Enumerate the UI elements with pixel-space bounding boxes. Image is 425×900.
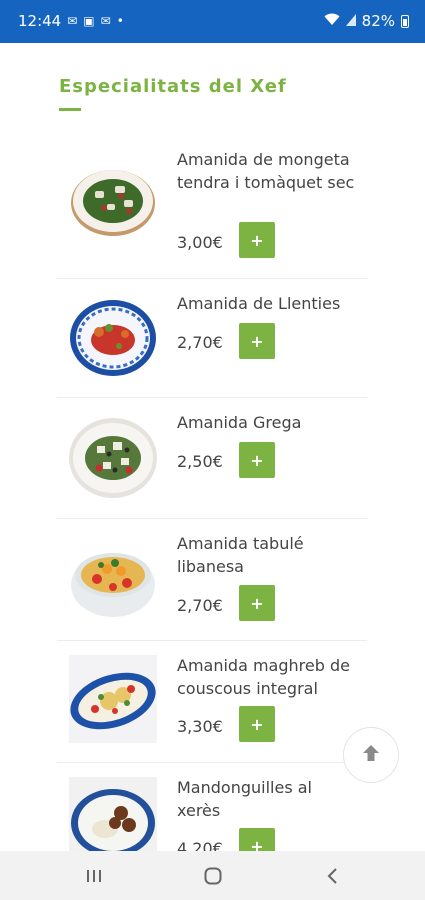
- product-item: Amanida de Llenties 2,70€ +: [57, 279, 367, 398]
- product-image: [69, 294, 157, 382]
- product-item: Amanida de mongeta tendra i tomàquet sec…: [57, 130, 367, 279]
- product-name: Amanida de mongeta tendra i tomàquet sec: [177, 150, 355, 192]
- recent-apps-icon[interactable]: [82, 865, 106, 887]
- battery-icon: [401, 14, 409, 28]
- product-item: Mandonguilles al xerès 4,20€ +: [57, 763, 367, 865]
- dot-icon: •: [116, 14, 124, 28]
- status-bar-right: 82%: [324, 12, 409, 30]
- product-price: 3,00€: [177, 233, 223, 252]
- scroll-to-top-button[interactable]: [343, 727, 399, 783]
- add-to-cart-button[interactable]: +: [239, 585, 275, 621]
- title-underline: [59, 108, 81, 111]
- back-icon[interactable]: [321, 865, 345, 887]
- product-price: 2,70€: [177, 596, 223, 615]
- product-name: Amanida de Llenties: [177, 294, 341, 313]
- product-image: [69, 535, 157, 623]
- system-navigation-bar: [0, 851, 425, 900]
- product-price: 3,30€: [177, 717, 223, 736]
- product-image: [69, 414, 157, 502]
- status-bar-left: 12:44 ✉ ▣ ✉ •: [18, 12, 124, 30]
- product-price: 2,70€: [177, 333, 223, 352]
- signal-icon: [345, 12, 356, 30]
- product-item: Amanida Grega 2,50€ +: [57, 398, 367, 519]
- add-to-cart-button[interactable]: +: [239, 442, 275, 478]
- image-icon: ▣: [83, 14, 95, 28]
- gmail-icon: ✉: [67, 14, 78, 28]
- arrow-up-icon: [360, 742, 382, 769]
- battery-percent: 82%: [361, 12, 395, 30]
- status-bar: 12:44 ✉ ▣ ✉ • 82%: [0, 0, 425, 43]
- product-image: [69, 655, 157, 743]
- wifi-icon: [324, 12, 340, 30]
- add-to-cart-button[interactable]: +: [239, 222, 275, 258]
- status-time: 12:44: [18, 12, 62, 30]
- add-to-cart-button[interactable]: +: [239, 706, 275, 742]
- product-name: Amanida maghreb de couscous integral: [177, 656, 350, 698]
- product-price: 2,50€: [177, 452, 223, 471]
- gmail-icon: ✉: [100, 14, 111, 28]
- product-image: [69, 156, 157, 244]
- product-name: Mandonguilles al xerès: [177, 778, 312, 820]
- product-name: Amanida tabulé libanesa: [177, 534, 304, 576]
- section-title: Especialitats del Xef: [59, 76, 287, 97]
- product-name: Amanida Grega: [177, 413, 302, 432]
- home-icon[interactable]: [201, 865, 225, 887]
- add-to-cart-button[interactable]: +: [239, 323, 275, 359]
- product-item: Amanida maghreb de couscous integral 3,3…: [57, 641, 367, 763]
- product-item: Amanida tabulé libanesa 2,70€ +: [57, 519, 367, 641]
